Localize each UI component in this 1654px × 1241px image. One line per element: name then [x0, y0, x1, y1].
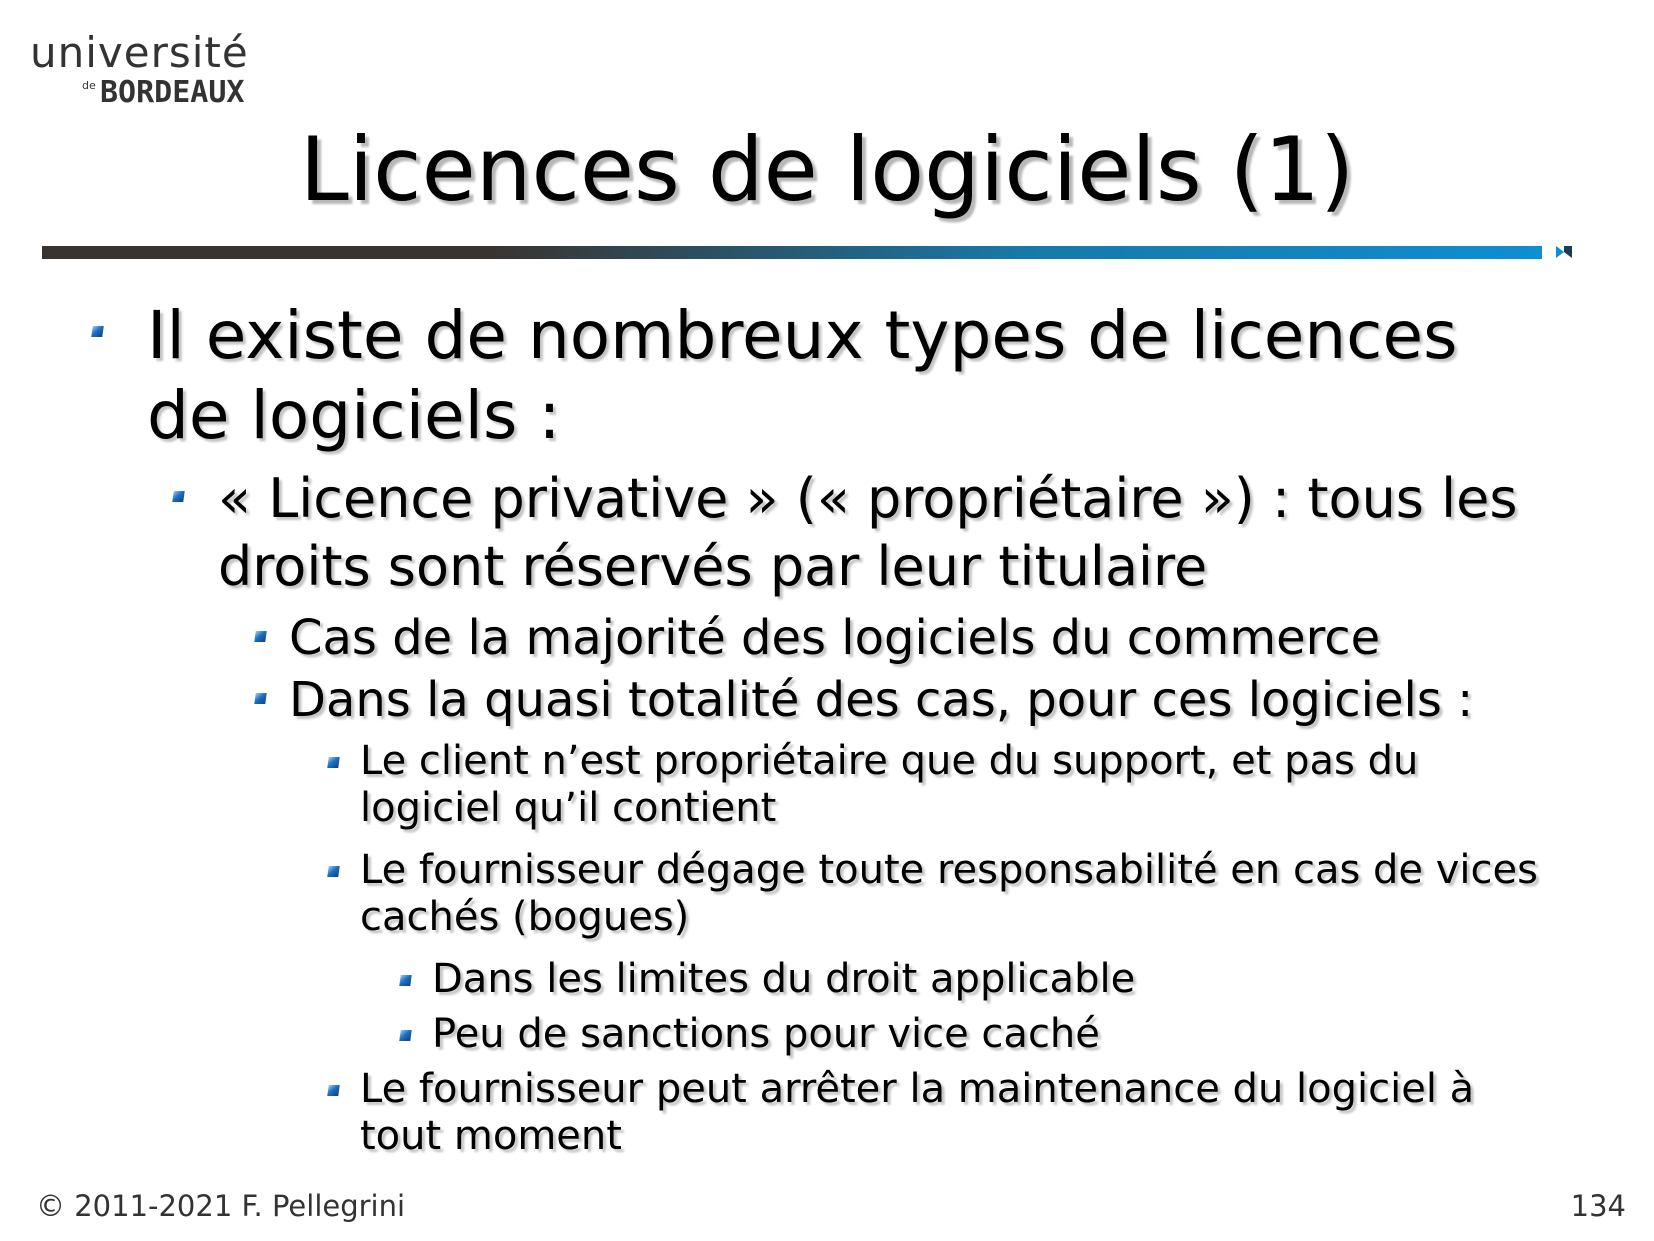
bullet-icon: [91, 326, 104, 337]
list-item: Le fournisseur peut arrêter la maintenan…: [327, 1066, 1560, 1160]
bullet-icon: [327, 866, 340, 877]
logo-de: de: [82, 79, 96, 92]
logo-universite: université: [30, 28, 249, 77]
bullet-text: Peu de sanctions pour vice caché: [432, 1011, 1100, 1057]
slide-title: Licences de logiciels (1): [299, 118, 1355, 221]
list-item: Cas de la majorité des logiciels du comm…: [254, 607, 1589, 669]
list-item: Le client n’est propriétaire que du supp…: [327, 738, 1540, 832]
bullet-icon: [254, 631, 267, 642]
list-item: Dans les limites du droit applicable: [399, 956, 1532, 1003]
bullet-text: Il existe de nombreux types de licences …: [147, 297, 1458, 454]
bullet-text: Le fournisseur peut arrêter la maintenan…: [360, 1066, 1475, 1159]
bullet-icon: [399, 1030, 412, 1041]
page-number: 134: [1570, 1189, 1626, 1223]
bullet-icon: [399, 975, 412, 986]
bullet-icon: [327, 757, 340, 768]
list-item: Il existe de nombreux types de licences …: [91, 296, 1527, 456]
bullet-icon: [327, 1085, 340, 1096]
bullet-text: Le client n’est propriétaire que du supp…: [360, 738, 1419, 831]
bullet-text: Dans la quasi totalité des cas, pour ces…: [289, 672, 1474, 728]
list-item: « Licence privative » (« propriétaire »)…: [172, 465, 1548, 601]
bullet-icon: [254, 693, 267, 704]
bullet-text: Le fournisseur dégage toute responsabili…: [360, 847, 1538, 940]
footer-copyright: © 2011-2021 F. Pellegrini: [36, 1189, 406, 1223]
bullet-icon: [172, 491, 185, 502]
list-item: Le fournisseur dégage toute responsabili…: [327, 847, 1540, 941]
university-logo: université de BORDEAUX: [30, 28, 270, 110]
small-arrow-icon: [1556, 246, 1572, 258]
list-item: Dans la quasi totalité des cas, pour ces…: [254, 669, 1619, 731]
bullet-text: Cas de la majorité des logiciels du comm…: [289, 610, 1381, 666]
title-rule: [42, 246, 1542, 259]
list-item: Peu de sanctions pour vice caché: [399, 1011, 1532, 1058]
bullet-text: « Licence privative » (« propriétaire »)…: [218, 467, 1518, 598]
logo-bordeaux: BORDEAUX: [100, 75, 245, 110]
bullet-text: Dans les limites du droit applicable: [432, 956, 1136, 1002]
